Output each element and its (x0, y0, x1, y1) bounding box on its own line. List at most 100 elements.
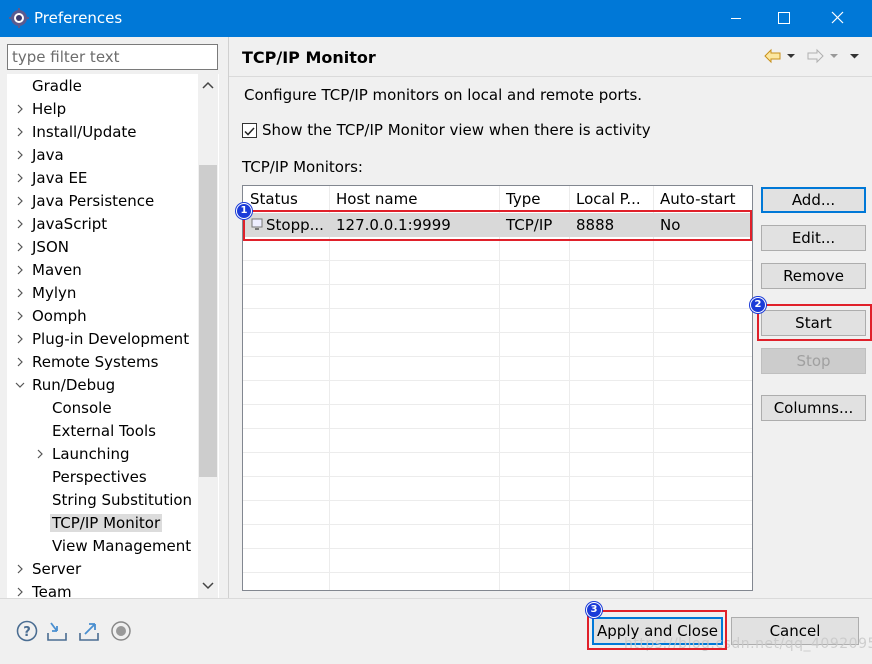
minimize-icon (731, 18, 741, 19)
import-icon[interactable] (45, 619, 69, 643)
back-arrow-icon (764, 48, 781, 64)
panel-divider[interactable] (228, 37, 229, 598)
checkmark-icon (244, 127, 255, 136)
chevron-right-icon[interactable] (15, 311, 25, 321)
annotation-badge-1: 1 (236, 203, 252, 219)
row-divider (243, 548, 752, 549)
tree-item-run-debug[interactable]: Run/Debug (15, 374, 115, 396)
export-icon[interactable] (77, 619, 101, 643)
tree-item-launching[interactable]: Launching (35, 443, 130, 465)
monitors-label: TCP/IP Monitors: (242, 158, 363, 176)
chevron-down-icon[interactable] (15, 380, 25, 390)
tree-item-gradle[interactable]: Gradle (32, 75, 82, 97)
forward-dropdown-icon (830, 54, 838, 58)
footer-separator (0, 598, 872, 599)
tree-item-remote-systems[interactable]: Remote Systems (15, 351, 158, 373)
annotation-badge-2: 2 (750, 297, 766, 313)
tree-item-server[interactable]: Server (15, 558, 81, 580)
annotation-box-start (757, 304, 872, 341)
chevron-right-icon[interactable] (15, 334, 25, 344)
scroll-up-arrow-icon[interactable] (199, 77, 217, 95)
forward-arrow-icon (807, 48, 824, 64)
tree-item-view-management[interactable]: View Management (52, 535, 191, 557)
page-description: Configure TCP/IP monitors on local and r… (244, 86, 643, 104)
tree-scrollbar-thumb[interactable] (199, 165, 217, 477)
eclipse-gear-icon (9, 8, 29, 28)
record-icon[interactable] (109, 619, 133, 643)
help-icon[interactable]: ? (15, 619, 39, 643)
tree-item-string-substitution[interactable]: String Substitution (52, 489, 192, 511)
remove-button[interactable]: Remove (761, 263, 866, 289)
chevron-right-icon[interactable] (15, 127, 25, 137)
minimize-button[interactable] (712, 0, 760, 37)
back-dropdown-icon (787, 54, 795, 58)
tree-item-console[interactable]: Console (52, 397, 112, 419)
tree-item-team[interactable]: Team (15, 581, 72, 598)
chevron-right-icon[interactable] (15, 242, 25, 252)
monitors-table[interactable]: Status Host name Type Local P... Auto-st… (242, 185, 753, 591)
filter-input[interactable] (7, 44, 218, 70)
annotation-box-row (243, 210, 752, 241)
row-divider (243, 476, 752, 477)
chevron-right-icon[interactable] (15, 196, 25, 206)
column-divider (653, 186, 654, 590)
header-separator (229, 76, 872, 77)
tree-item-maven[interactable]: Maven (15, 259, 82, 281)
chevron-right-icon[interactable] (35, 449, 45, 459)
column-divider (569, 186, 570, 590)
tree-item-install-update[interactable]: Install/Update (15, 121, 137, 143)
row-divider (243, 260, 752, 261)
row-divider (243, 332, 752, 333)
navigation-arrows[interactable] (760, 46, 865, 66)
show-view-checkbox[interactable] (242, 123, 257, 138)
tree-item-javascript[interactable]: JavaScript (15, 213, 107, 235)
chevron-right-icon[interactable] (15, 173, 25, 183)
tree-item-external-tools[interactable]: External Tools (52, 420, 156, 442)
tree-item-java-persistence[interactable]: Java Persistence (15, 190, 154, 212)
tree-item-mylyn[interactable]: Mylyn (15, 282, 76, 304)
tree-item-oomph[interactable]: Oomph (15, 305, 87, 327)
tree-item-help[interactable]: Help (15, 98, 66, 120)
preference-tree: Gradle Help Install/Update Java Java EE … (7, 74, 219, 598)
maximize-icon (778, 12, 790, 24)
maximize-button[interactable] (760, 0, 808, 37)
row-divider (243, 452, 752, 453)
close-button[interactable] (814, 0, 862, 37)
tree-item-plugin-development[interactable]: Plug-in Development (15, 328, 189, 350)
column-header-auto-start[interactable]: Auto-start (653, 188, 752, 211)
page-title: TCP/IP Monitor (242, 48, 376, 67)
tree-item-tcpip-monitor[interactable]: TCP/IP Monitor (50, 512, 163, 534)
columns-button[interactable]: Columns... (761, 395, 866, 421)
column-header-local-port[interactable]: Local P... (569, 188, 653, 211)
annotation-badge-3: 3 (586, 602, 602, 618)
chevron-right-icon[interactable] (15, 265, 25, 275)
chevron-right-icon[interactable] (15, 104, 25, 114)
edit-button[interactable]: Edit... (761, 225, 866, 251)
tree-item-json[interactable]: JSON (15, 236, 69, 258)
chevron-right-icon[interactable] (15, 564, 25, 574)
chevron-right-icon[interactable] (15, 357, 25, 367)
row-divider (243, 308, 752, 309)
chevron-right-icon[interactable] (15, 288, 25, 298)
annotation-box-apply (587, 610, 727, 650)
view-menu-icon (850, 54, 859, 59)
chevron-right-icon[interactable] (15, 150, 25, 160)
row-divider (243, 524, 752, 525)
stop-button[interactable]: Stop (761, 348, 866, 374)
row-divider (243, 428, 752, 429)
scroll-down-arrow-icon[interactable] (199, 576, 217, 594)
column-header-host-name[interactable]: Host name (329, 188, 499, 211)
column-divider (329, 186, 330, 590)
row-divider (243, 284, 752, 285)
tree-item-perspectives[interactable]: Perspectives (52, 466, 147, 488)
close-icon (831, 11, 844, 24)
chevron-right-icon[interactable] (15, 219, 25, 229)
add-button[interactable]: Add... (761, 187, 866, 213)
tree-item-java[interactable]: Java (15, 144, 64, 166)
tree-item-java-ee[interactable]: Java EE (15, 167, 87, 189)
column-header-status[interactable]: Status (243, 188, 329, 211)
show-view-label[interactable]: Show the TCP/IP Monitor view when there … (262, 121, 651, 139)
column-divider (499, 186, 500, 590)
chevron-right-icon[interactable] (15, 587, 25, 597)
column-header-type[interactable]: Type (499, 188, 569, 211)
